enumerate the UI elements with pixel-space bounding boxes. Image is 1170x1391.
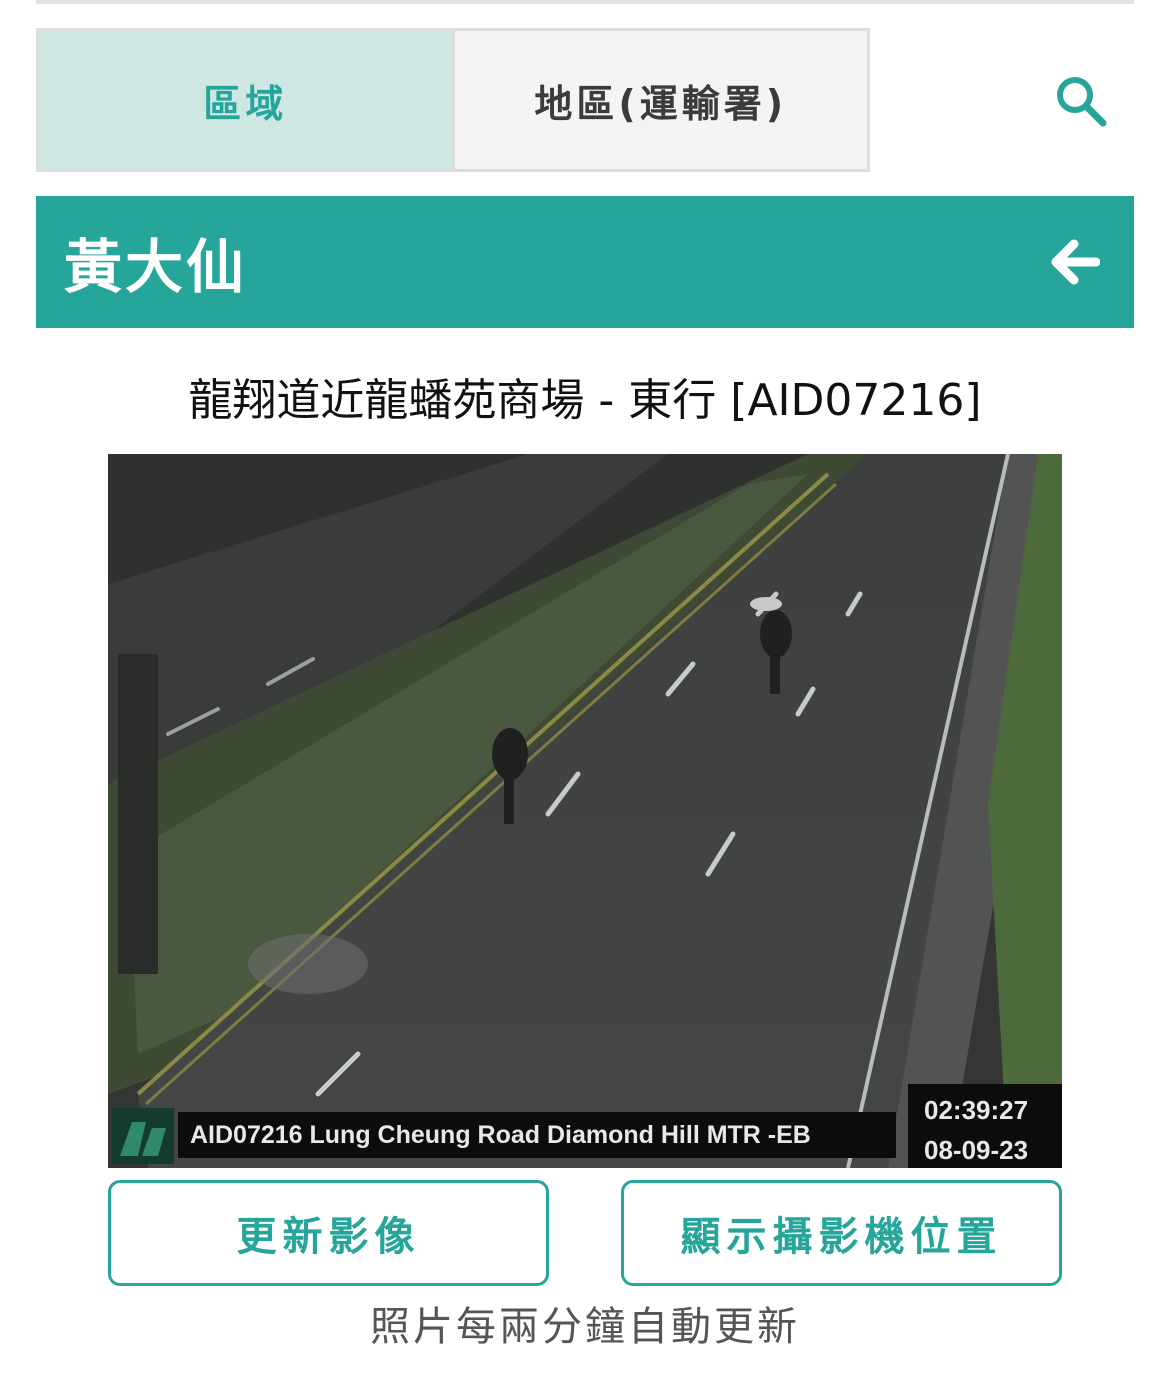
auto-refresh-note: 照片每兩分鐘自動更新 [370,1304,800,1350]
refresh-image-button[interactable]: 更新影像 [108,1180,549,1286]
camera-time: 02:39:27 [924,1095,1029,1125]
search-button[interactable] [1046,66,1116,136]
camera-caption-overlay: AID07216 Lung Cheung Road Diamond Hill M… [178,1112,896,1158]
arrow-left-icon [1051,239,1100,285]
view-tabs: 區域 地區(運輸署) [36,28,870,172]
transport-department-logo [112,1108,174,1164]
search-icon [1057,77,1107,127]
tab-district[interactable]: 地區(運輸署) [454,31,867,169]
camera-timestamp-overlay: 02:39:27 08-09-23 [908,1084,1062,1168]
district-title: 黃大仙 [64,233,248,301]
top-divider [36,0,1134,4]
district-banner: 黃大仙 [36,196,1134,328]
back-button[interactable] [1042,230,1106,294]
tab-region[interactable]: 區域 [39,31,455,169]
camera-snapshot [108,454,1062,1168]
show-camera-location-button[interactable]: 顯示攝影機位置 [621,1180,1062,1286]
camera-title: 龍翔道近龍蟠苑商場 - 東行 [AID07216] [188,375,982,426]
camera-date: 08-09-23 [924,1135,1029,1165]
